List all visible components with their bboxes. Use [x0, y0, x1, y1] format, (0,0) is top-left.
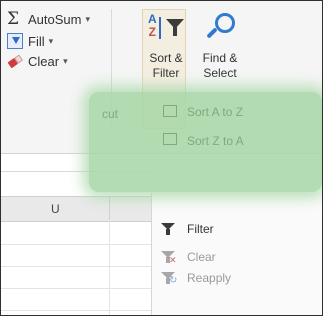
- find-select-button[interactable]: Find & Select: [196, 11, 244, 81]
- column-divider: [109, 197, 110, 221]
- fill-down-icon: [7, 33, 23, 49]
- clear-filter-icon: ✕: [161, 250, 177, 265]
- overlay-text-cut: cut: [102, 107, 119, 121]
- screenshot-frame: Σ AutoSum ▾ Fill ▾ Clear ▾ AZ Sort & Fil…: [0, 0, 323, 316]
- menu-item-filter[interactable]: Filter: [161, 220, 214, 238]
- eraser-icon: [4, 50, 26, 72]
- find-select-label-1: Find &: [202, 51, 238, 65]
- sort-ascending-icon: [163, 105, 177, 117]
- grid-row-line: [1, 266, 151, 267]
- sort-descending-icon: [163, 133, 177, 145]
- autosum-label: AutoSum: [28, 11, 82, 27]
- sigma-icon: Σ: [7, 9, 20, 29]
- menu-item-reapply-label: Reapply: [187, 271, 232, 285]
- fill-button[interactable]: Fill ▾: [7, 33, 53, 49]
- filter-icon: [161, 222, 175, 236]
- grid-column-line: [109, 220, 110, 315]
- grid-row-line: [1, 244, 151, 245]
- menu-item-clear-label: Clear: [187, 250, 216, 264]
- grid-row-line: [1, 288, 151, 289]
- sort-filter-label-2: Filter: [152, 66, 180, 80]
- column-header-row: U: [1, 196, 151, 222]
- chevron-down-icon: ▾: [63, 55, 68, 66]
- grid-row-line: [1, 310, 151, 311]
- sort-az-filter-icon: AZ: [144, 11, 188, 51]
- menu-item-filter-label: Filter: [187, 222, 214, 236]
- clear-button[interactable]: Clear ▾: [7, 53, 68, 69]
- column-header-u[interactable]: U: [51, 202, 60, 216]
- sort-filter-button[interactable]: AZ Sort & Filter: [144, 11, 188, 81]
- fill-label: Fill: [28, 33, 45, 49]
- reapply-filter-icon: ↻: [161, 271, 177, 286]
- autosum-button[interactable]: Σ AutoSum ▾: [7, 9, 91, 29]
- find-select-label-2: Select: [203, 66, 237, 80]
- clear-label: Clear: [28, 53, 60, 69]
- menu-item-clear[interactable]: ✕ Clear: [161, 248, 216, 266]
- menu-item-sort-a-to-z[interactable]: Sort A to Z: [187, 105, 243, 119]
- menu-item-reapply[interactable]: ↻ Reapply: [161, 269, 231, 287]
- sort-filter-label-1: Sort &: [149, 51, 183, 65]
- magnifier-icon: [196, 11, 244, 51]
- chevron-down-icon: ▾: [85, 13, 91, 24]
- menu-item-sort-z-to-a[interactable]: Sort Z to A: [187, 134, 244, 148]
- chevron-down-icon: ▾: [48, 35, 54, 46]
